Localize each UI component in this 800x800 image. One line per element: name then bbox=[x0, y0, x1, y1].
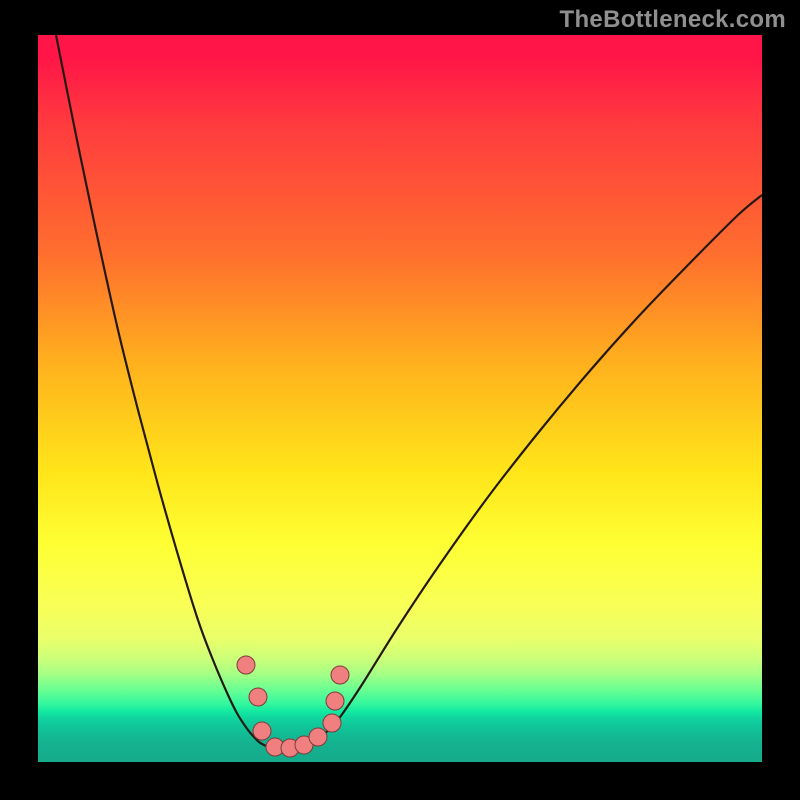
curve-left-branch bbox=[56, 35, 275, 748]
data-point-marker bbox=[331, 666, 349, 684]
chart-frame: TheBottleneck.com bbox=[0, 0, 800, 800]
data-point-marker bbox=[323, 714, 341, 732]
curve-layer bbox=[38, 35, 762, 762]
data-point-marker bbox=[326, 692, 344, 710]
data-point-marker bbox=[249, 688, 267, 706]
data-marker-cluster bbox=[237, 656, 349, 757]
curve-right-branch bbox=[275, 195, 762, 748]
data-point-marker bbox=[253, 722, 271, 740]
watermark-text: TheBottleneck.com bbox=[560, 6, 786, 34]
plot-area bbox=[38, 35, 762, 762]
data-point-marker bbox=[237, 656, 255, 674]
data-point-marker bbox=[309, 728, 327, 746]
